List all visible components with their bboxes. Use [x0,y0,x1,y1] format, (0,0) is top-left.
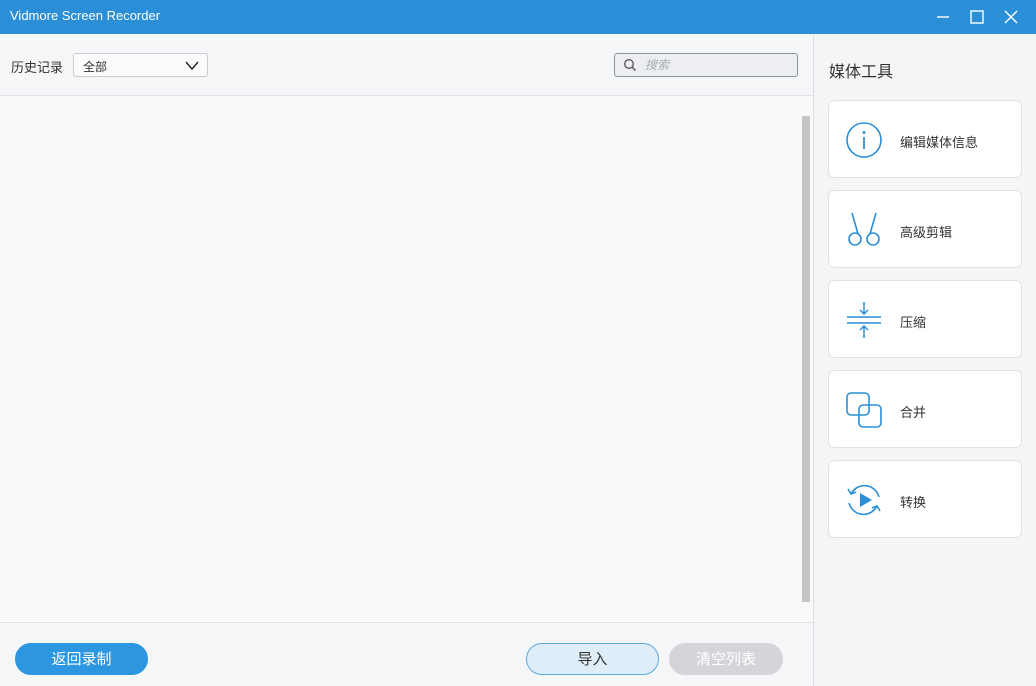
clear-list-button[interactable]: 清空列表 [669,643,783,675]
close-icon [1004,10,1018,24]
history-filter-value: 全部 [83,60,108,74]
tool-label: 编辑媒体信息 [900,136,979,151]
chevron-down-icon [185,61,199,71]
scissors-icon [848,212,880,246]
title-bar: Vidmore Screen Recorder [0,0,1036,34]
maximize-button[interactable] [960,0,994,34]
search-box[interactable] [614,53,798,77]
close-button[interactable] [994,0,1028,34]
info-icon [846,122,882,158]
tool-convert[interactable]: 转换 [828,460,1022,538]
history-scrollbar[interactable] [802,116,810,602]
merge-icon [846,392,882,428]
tool-advanced-trim[interactable]: 高级剪辑 [828,190,1022,268]
convert-icon [847,484,881,516]
history-filter-select[interactable]: 全部 [73,53,208,77]
maximize-icon [970,10,984,24]
history-list[interactable] [0,96,813,622]
search-icon [624,59,636,71]
minimize-button[interactable] [926,0,960,34]
tool-label: 转换 [900,496,927,511]
history-toolbar: 历史记录 全部 [0,34,813,96]
import-button[interactable]: 导入 [526,643,659,675]
minimize-icon [937,16,949,18]
search-input[interactable] [645,56,790,74]
history-footer: 返回录制 导入 清空列表 [0,622,813,686]
tool-label: 高级剪辑 [900,226,953,241]
tool-label: 合并 [900,406,927,421]
tool-compress[interactable]: 压缩 [828,280,1022,358]
back-to-record-button[interactable]: 返回录制 [15,643,148,675]
compress-icon [847,302,881,338]
tool-merge[interactable]: 合并 [828,370,1022,448]
history-panel: 历史记录 全部 返回录制 导入 清空列表 [0,34,813,686]
window-title: Vidmore Screen Recorder [10,8,161,23]
tool-edit-metadata[interactable]: 编辑媒体信息 [828,100,1022,178]
history-label: 历史记录 [11,61,64,76]
tool-label: 压缩 [900,316,927,331]
media-tools-title: 媒体工具 [829,62,894,81]
media-tools-panel: 媒体工具 编辑媒体信息 高级剪辑 压缩 合并 转换 [814,34,1036,686]
